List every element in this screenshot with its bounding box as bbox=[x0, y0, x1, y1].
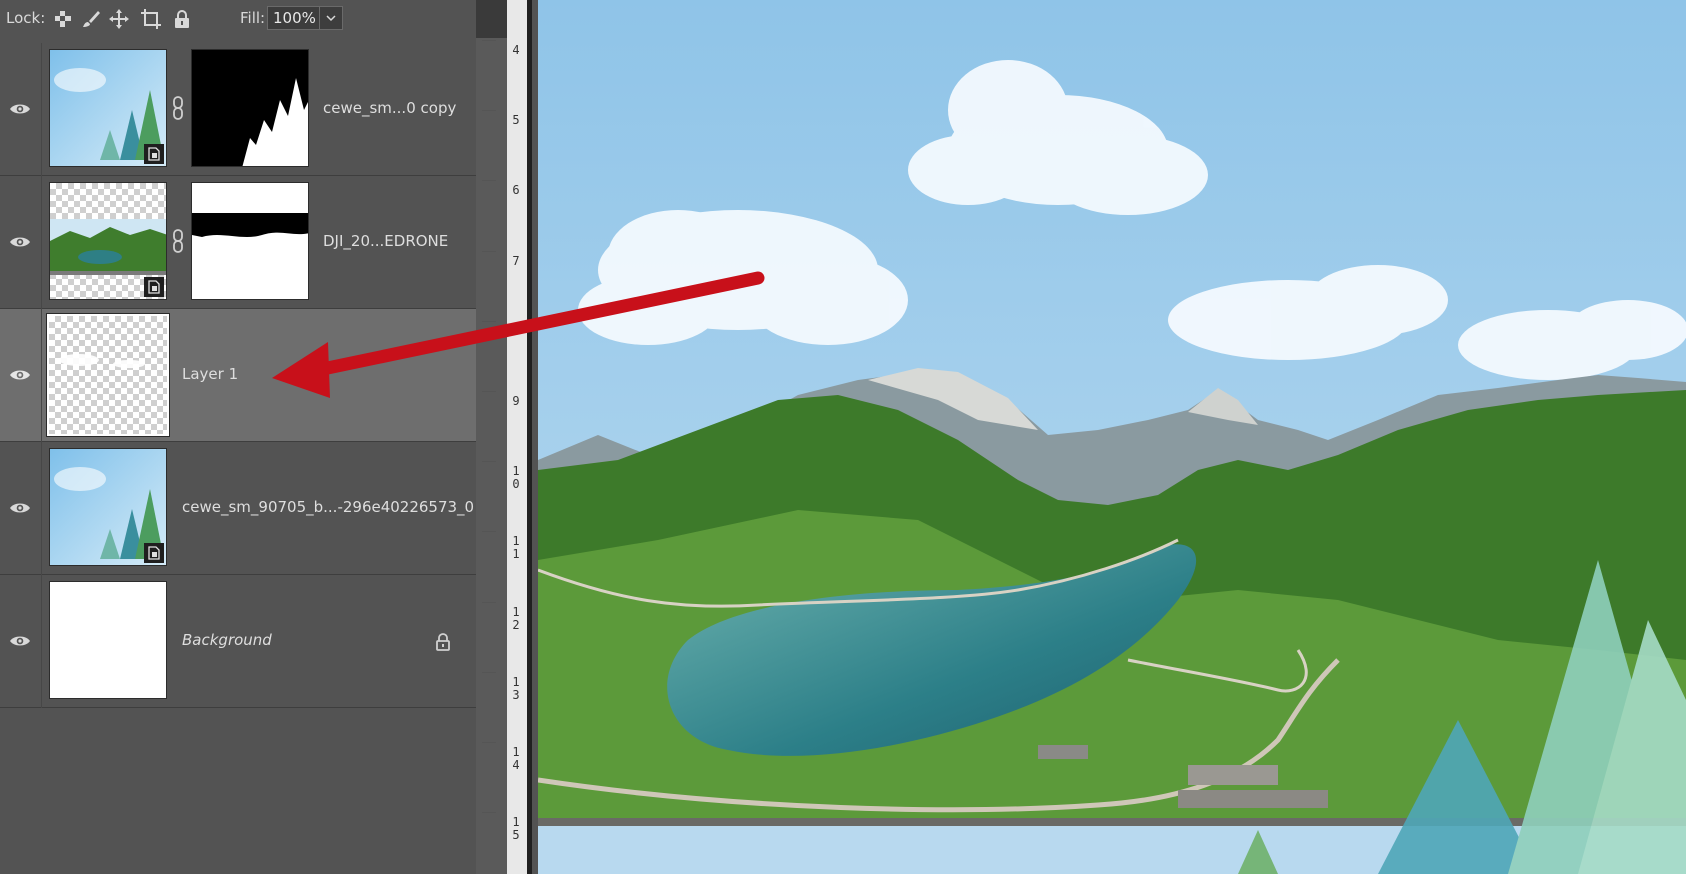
lock-all-icon[interactable] bbox=[171, 8, 193, 30]
ruler-tick bbox=[482, 812, 496, 814]
eye-icon[interactable] bbox=[9, 367, 31, 383]
fill-value[interactable]: 100% bbox=[273, 9, 316, 27]
lock-transparent-pixels-icon[interactable] bbox=[52, 8, 74, 30]
visibility-toggle[interactable] bbox=[0, 309, 42, 442]
visibility-toggle[interactable] bbox=[0, 442, 42, 575]
layer-row-selected[interactable]: Layer 1 bbox=[0, 309, 476, 442]
ruler-label: 1 3 bbox=[512, 674, 520, 702]
layer-row[interactable]: cewe_sm_90705_b...-296e40226573_0 bbox=[0, 442, 476, 575]
layer-name[interactable]: Layer 1 bbox=[182, 365, 238, 383]
ruler-label: 6 bbox=[512, 183, 520, 198]
lock-image-pixels-icon[interactable] bbox=[80, 8, 102, 30]
layer-thumbnail[interactable] bbox=[49, 448, 167, 566]
link-icon[interactable] bbox=[171, 228, 185, 254]
ruler-tick bbox=[482, 180, 496, 182]
chevron-down-icon[interactable] bbox=[319, 7, 342, 29]
lock-toolbar: Lock: Fill: 100% bbox=[0, 0, 476, 38]
smart-object-icon bbox=[144, 543, 164, 563]
eye-icon[interactable] bbox=[9, 633, 31, 649]
ruler-tick bbox=[482, 461, 496, 463]
layers-panel: Lock: Fill: 100% cewe_sm...0 copy DJI_20… bbox=[0, 0, 476, 874]
layer-name[interactable]: cewe_sm...0 copy bbox=[323, 99, 456, 117]
document-canvas[interactable] bbox=[538, 0, 1686, 874]
ruler-label: 8 bbox=[512, 323, 520, 338]
ruler-divider bbox=[527, 0, 532, 874]
ruler-label: 4 bbox=[512, 43, 520, 57]
lock-icon[interactable] bbox=[434, 632, 452, 652]
layer-thumbnail[interactable] bbox=[49, 182, 167, 300]
visibility-toggle[interactable] bbox=[0, 43, 42, 176]
fill-label: Fill: bbox=[240, 9, 266, 27]
layer-name[interactable]: DJI_20...EDRONE bbox=[323, 232, 448, 250]
ruler-tick bbox=[482, 320, 496, 322]
ruler-label: 7 bbox=[512, 253, 520, 268]
visibility-toggle[interactable] bbox=[0, 575, 42, 708]
ruler-label: 1 4 bbox=[512, 745, 520, 772]
vertical-ruler[interactable]: 4 5 6 7 8 9 1 0 1 1 1 2 1 3 1 4 1 5 bbox=[476, 0, 532, 874]
lock-position-icon[interactable] bbox=[108, 8, 130, 30]
ruler-tick bbox=[482, 531, 496, 533]
ruler-label: 9 bbox=[512, 394, 520, 408]
link-icon[interactable] bbox=[171, 95, 185, 121]
layer-row[interactable]: cewe_sm...0 copy bbox=[0, 43, 476, 176]
layer-mask-thumbnail[interactable] bbox=[191, 49, 309, 167]
layer-row[interactable]: Background bbox=[0, 575, 476, 708]
ruler-tick bbox=[482, 391, 496, 392]
ruler-scale[interactable] bbox=[507, 0, 527, 874]
ruler-tick bbox=[482, 40, 496, 41]
ruler-tick bbox=[482, 110, 496, 112]
visibility-toggle[interactable] bbox=[0, 176, 42, 309]
ruler-tick bbox=[482, 742, 496, 743]
eye-icon[interactable] bbox=[9, 500, 31, 516]
eye-icon[interactable] bbox=[9, 234, 31, 250]
ruler-tick bbox=[482, 250, 496, 252]
fill-input[interactable]: 100% bbox=[267, 6, 343, 30]
layer-name[interactable]: cewe_sm_90705_b...-296e40226573_0 bbox=[182, 498, 474, 516]
ruler-tick bbox=[482, 671, 496, 673]
eye-icon[interactable] bbox=[9, 101, 31, 117]
ruler-label: 5 bbox=[512, 113, 520, 128]
smart-object-icon bbox=[144, 144, 164, 164]
layer-thumbnail[interactable] bbox=[49, 581, 167, 699]
ruler-label: 1 2 bbox=[512, 604, 520, 632]
lock-label: Lock: bbox=[6, 9, 46, 27]
layer-mask-thumbnail[interactable] bbox=[191, 182, 309, 300]
layer-thumbnail[interactable] bbox=[49, 49, 167, 167]
ruler-label: 1 1 bbox=[512, 534, 520, 562]
layer-thumbnail[interactable] bbox=[46, 313, 170, 437]
smart-object-icon bbox=[144, 277, 164, 297]
lock-artboard-icon[interactable] bbox=[140, 8, 162, 30]
ruler-label: 1 5 bbox=[512, 815, 520, 843]
canvas-image[interactable] bbox=[538, 0, 1686, 874]
ruler-tick bbox=[482, 601, 496, 603]
layer-row[interactable]: DJI_20...EDRONE bbox=[0, 176, 476, 309]
ruler-label: 1 0 bbox=[512, 464, 520, 492]
layer-name[interactable]: Background bbox=[182, 631, 272, 649]
